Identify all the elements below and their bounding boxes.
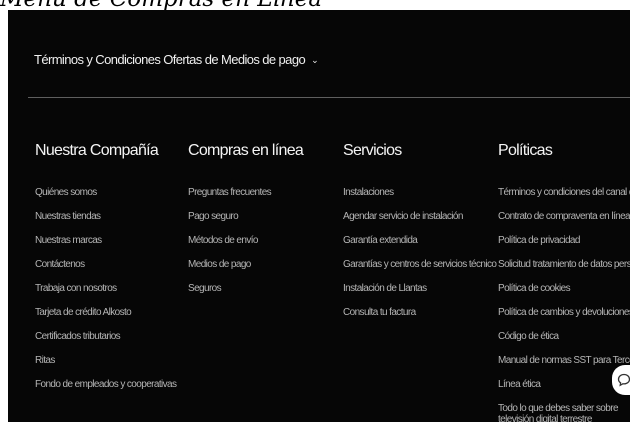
chat-icon: [617, 373, 630, 387]
footer-link[interactable]: Garantía extendida: [343, 235, 496, 259]
footer-divider: [28, 97, 630, 98]
footer-link[interactable]: Consulta tu factura: [343, 307, 496, 331]
footer-link[interactable]: Contrato de compraventa en línea: [498, 211, 630, 235]
footer-link[interactable]: Solicitud tratamiento de datos personale…: [498, 259, 630, 283]
footer-link[interactable]: Nuestras marcas: [35, 235, 176, 259]
column-heading: Nuestra Compañía: [35, 142, 159, 159]
chat-widget-button[interactable]: [612, 365, 630, 395]
terms-offers-dropdown[interactable]: Términos y Condiciones Ofertas de Medios…: [34, 52, 319, 67]
column-politicas: Políticas Términos y condiciones del can…: [498, 142, 630, 422]
footer-link[interactable]: Instalación de Llantas: [343, 283, 496, 307]
column-heading: Compras en línea: [188, 142, 304, 159]
footer-link[interactable]: Agendar servicio de instalación: [343, 211, 496, 235]
link-list: Preguntas frecuentes Pago seguro Métodos…: [188, 187, 303, 307]
footer-link[interactable]: Pago seguro: [188, 211, 303, 235]
footer-link[interactable]: Instalaciones: [343, 187, 496, 211]
footer-link[interactable]: Quiénes somos: [35, 187, 176, 211]
footer-link[interactable]: Medios de pago: [188, 259, 303, 283]
footer-link[interactable]: Política de privacidad: [498, 235, 630, 259]
column-servicios: Servicios Instalaciones Agendar servicio…: [343, 142, 497, 331]
page-heading: Menú de Compras en Línea: [0, 0, 322, 12]
link-list: Instalaciones Agendar servicio de instal…: [343, 187, 497, 331]
footer-link[interactable]: Preguntas frecuentes: [188, 187, 303, 211]
footer-link[interactable]: Política de cambios y devoluciones: [498, 307, 630, 331]
footer-link[interactable]: Ritas: [35, 355, 176, 379]
footer-link[interactable]: Certificados tributarios: [35, 331, 176, 355]
site-footer: Términos y Condiciones Ofertas de Medios…: [8, 10, 630, 422]
page: Menú de Compras en Línea Términos y Cond…: [0, 0, 630, 422]
terms-offers-label: Términos y Condiciones Ofertas de Medios…: [34, 52, 306, 67]
footer-link[interactable]: Política de cookies: [498, 283, 630, 307]
footer-link[interactable]: Manual de normas SST para Terceros: [498, 355, 630, 379]
link-list: Términos y condiciones del canal digital…: [498, 187, 630, 422]
column-compras-en-linea: Compras en línea Preguntas frecuentes Pa…: [188, 142, 304, 307]
column-heading: Políticas: [498, 142, 553, 159]
footer-link[interactable]: Fondo de empleados y cooperativas: [35, 379, 177, 403]
footer-link[interactable]: Contáctenos: [35, 259, 176, 283]
footer-link[interactable]: Código de ética: [498, 331, 630, 355]
footer-link[interactable]: Métodos de envío: [188, 235, 303, 259]
footer-link[interactable]: Trabaja con nosotros: [35, 283, 176, 307]
footer-link[interactable]: Línea ética: [498, 379, 630, 403]
footer-link[interactable]: Seguros: [188, 283, 303, 307]
column-nuestra-compania: Nuestra Compañía Quiénes somos Nuestras …: [35, 142, 177, 403]
column-heading: Servicios: [343, 142, 402, 159]
footer-link[interactable]: Nuestras tiendas: [35, 211, 176, 235]
footer-link[interactable]: Términos y condiciones del canal digital: [498, 187, 630, 211]
link-list: Quiénes somos Nuestras tiendas Nuestras …: [35, 187, 177, 403]
footer-link[interactable]: Tarjeta de crédito Alkosto: [35, 307, 176, 331]
footer-link[interactable]: Garantías y centros de servicios técnico: [343, 259, 497, 283]
chevron-down-icon: ⌄: [311, 55, 319, 65]
footer-link[interactable]: Todo lo que debes saber sobre televisión…: [498, 403, 630, 422]
